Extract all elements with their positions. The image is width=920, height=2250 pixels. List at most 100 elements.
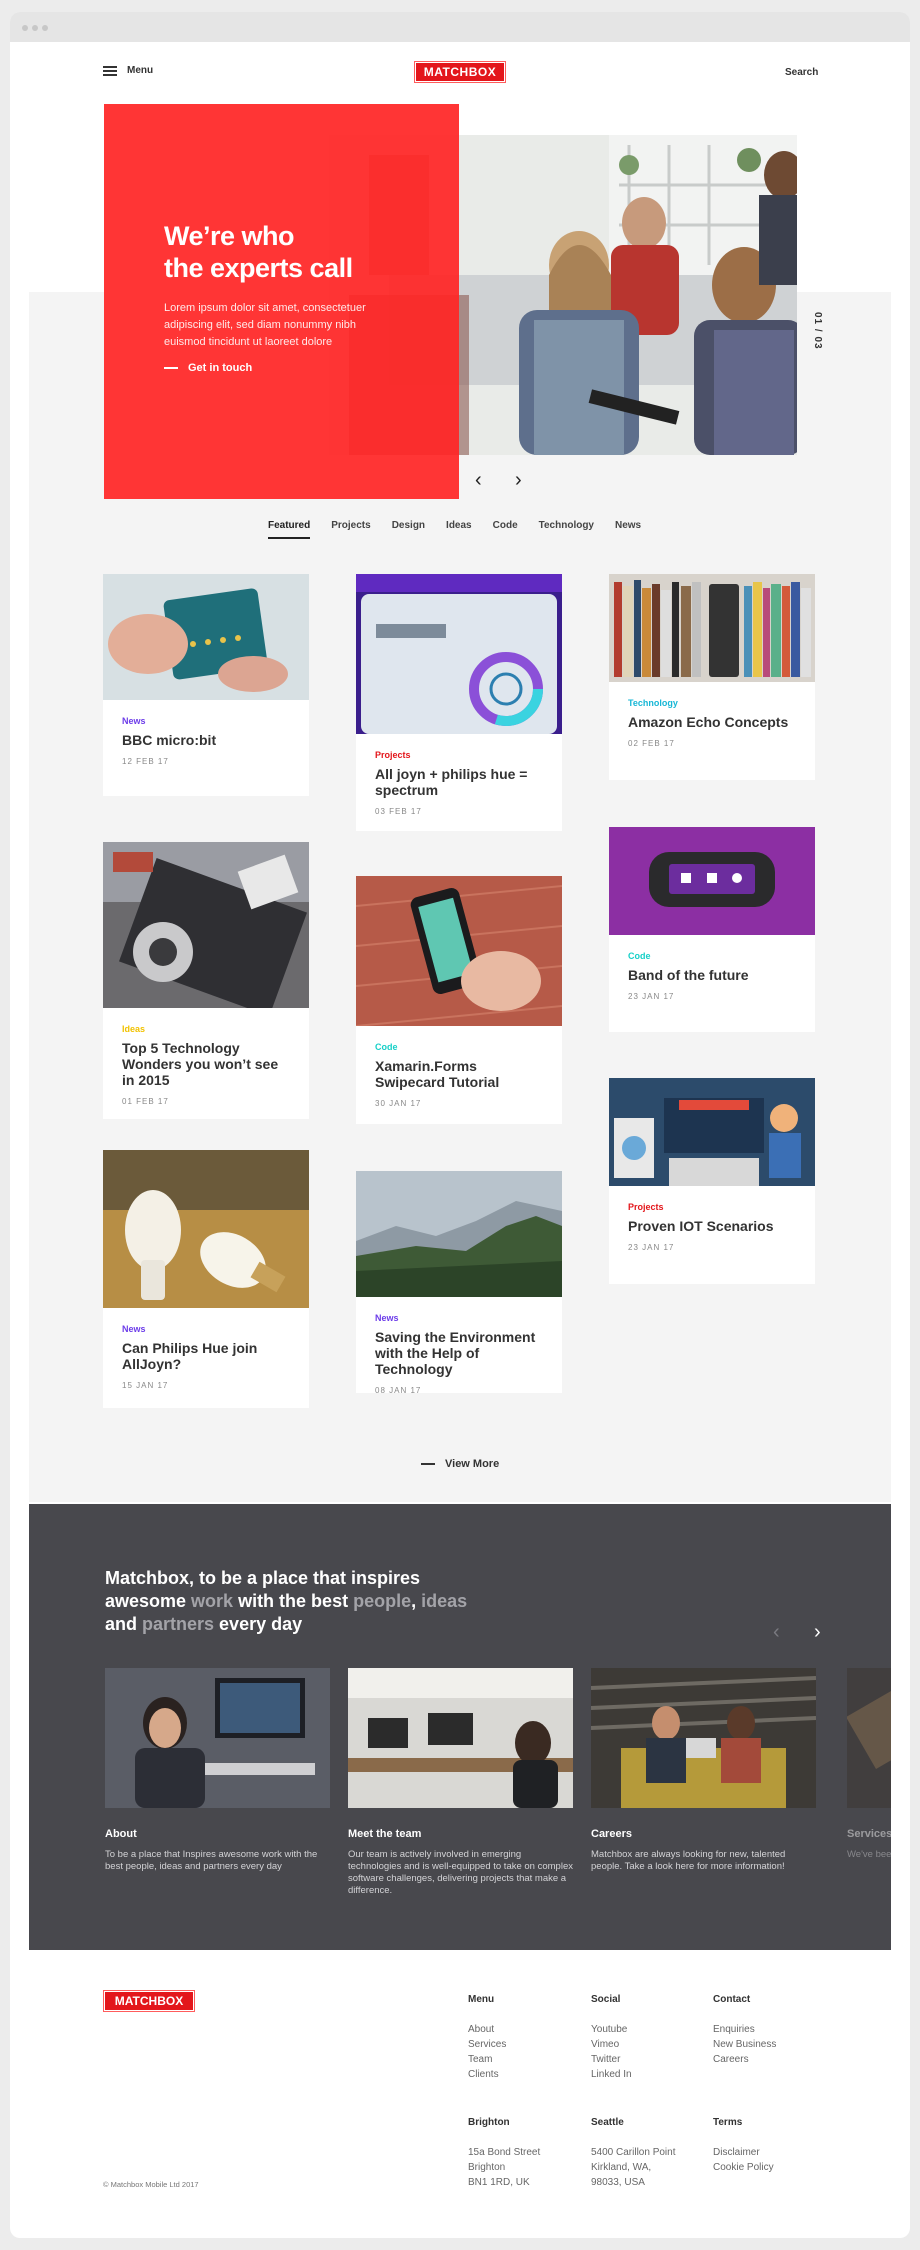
- panel-title: About: [105, 1828, 137, 1840]
- tab-technology[interactable]: Technology: [539, 520, 594, 539]
- address-line: BN1 1RD, UK: [468, 2177, 530, 2188]
- address-line: 15a Bond Street: [468, 2147, 541, 2158]
- card-date: 08 JAN 17: [375, 1386, 422, 1395]
- footer-brighton: Brighton 15a Bond Street Brighton BN1 1R…: [468, 2117, 540, 2190]
- hero-title-line: the experts call: [164, 253, 353, 283]
- tab-featured[interactable]: Featured: [268, 520, 311, 539]
- window-dot[interactable]: [22, 25, 28, 31]
- footer-heading: Social: [591, 1994, 621, 2005]
- card-category: Projects: [628, 1202, 664, 1212]
- window-dot[interactable]: [42, 25, 48, 31]
- panel-image: [105, 1668, 330, 1808]
- article-card[interactable]: Technology Amazon Echo Concepts 02 FEB 1…: [609, 574, 815, 780]
- tab-code[interactable]: Code: [493, 520, 518, 539]
- chevron-left-icon[interactable]: ‹: [773, 1622, 780, 1642]
- tagline-text: and: [105, 1614, 143, 1634]
- card-date: 23 JAN 17: [628, 1243, 675, 1252]
- about-panel[interactable]: Services We've been d development when r…: [847, 1668, 891, 1861]
- about-panel[interactable]: Meet the team Our team is actively invol…: [348, 1668, 573, 1897]
- tagline-line: Matchbox, to be a place that inspires: [105, 1568, 421, 1588]
- footer-seattle: Seattle 5400 Carillon Point Kirkland, WA…: [591, 2117, 676, 2190]
- slide-counter: 01 / 03: [812, 312, 823, 350]
- address-line: 98033, USA: [591, 2177, 645, 2188]
- footer-link[interactable]: Services: [468, 2037, 506, 2052]
- chevron-right-icon[interactable]: ›: [814, 1622, 821, 1642]
- footer-link[interactable]: Team: [468, 2052, 506, 2067]
- card-date: 30 JAN 17: [375, 1099, 422, 1108]
- footer-link[interactable]: Clients: [468, 2067, 506, 2082]
- tagline-text: every day: [214, 1614, 303, 1634]
- card-category: News: [122, 1324, 146, 1334]
- card-image: [356, 574, 562, 734]
- about-panel[interactable]: About To be a place that Inspires awesom…: [105, 1668, 330, 1873]
- article-card[interactable]: Code Xamarin.Forms Swipecard Tutorial 30…: [356, 876, 562, 1124]
- footer-link[interactable]: About: [468, 2022, 506, 2037]
- card-date: 02 FEB 17: [628, 739, 675, 748]
- footer-heading: Menu: [468, 1994, 495, 2005]
- chevron-left-icon[interactable]: ‹: [475, 470, 482, 490]
- card-image: [609, 574, 815, 682]
- footer-link[interactable]: Twitter: [591, 2052, 632, 2067]
- article-card[interactable]: Projects Proven IOT Scenarios 23 JAN 17: [609, 1078, 815, 1284]
- tab-projects[interactable]: Projects: [331, 520, 370, 539]
- tab-ideas[interactable]: Ideas: [446, 520, 472, 539]
- search-link[interactable]: Search: [785, 67, 818, 78]
- browser-chrome: [10, 12, 910, 42]
- tab-news[interactable]: News: [615, 520, 641, 539]
- panel-title: Services: [847, 1828, 891, 1840]
- footer-contact: Contact Enquiries New Business Careers: [713, 1994, 776, 2067]
- window-dot[interactable]: [32, 25, 38, 31]
- card-category: News: [375, 1313, 399, 1323]
- card-category: Technology: [628, 698, 678, 708]
- article-card[interactable]: Ideas Top 5 Technology Wonders you won’t…: [103, 842, 309, 1119]
- article-card[interactable]: Projects All joyn + philips hue = spectr…: [356, 574, 562, 831]
- card-title: Band of the future: [628, 967, 749, 983]
- tagline-text: with the best: [233, 1591, 354, 1611]
- article-card[interactable]: News Can Philips Hue join AllJoyn? 15 JA…: [103, 1150, 309, 1408]
- footer-link[interactable]: Careers: [713, 2052, 776, 2067]
- panel-image: [348, 1668, 573, 1808]
- tagline-highlight: work: [191, 1591, 234, 1611]
- footer-link[interactable]: Cookie Policy: [713, 2160, 774, 2175]
- footer-heading: Seattle: [591, 2117, 624, 2128]
- view-more-button[interactable]: View More: [421, 1458, 499, 1470]
- article-card[interactable]: News Saving the Environment with the Hel…: [356, 1171, 562, 1395]
- footer-heading: Brighton: [468, 2117, 510, 2128]
- panel-body: To be a place that Inspires awesome work…: [105, 1849, 318, 1872]
- footer-logo[interactable]: MATCHBOX: [103, 1990, 195, 2012]
- about-section: Matchbox, to be a place that inspires aw…: [29, 1504, 891, 1950]
- tab-design[interactable]: Design: [392, 520, 425, 539]
- chevron-right-icon[interactable]: ›: [515, 470, 522, 490]
- footer-link[interactable]: Linked In: [591, 2067, 632, 2082]
- view-more-label: View More: [445, 1458, 500, 1470]
- address-line: Brighton: [468, 2162, 506, 2173]
- tagline-text: ,: [411, 1591, 422, 1611]
- dash-icon: [164, 367, 178, 369]
- logo[interactable]: MATCHBOX: [414, 61, 506, 83]
- article-card[interactable]: News BBC micro:bit 12 FEB 17: [103, 574, 309, 796]
- copyright: © Matchbox Mobile Ltd 2017: [103, 2180, 199, 2189]
- tagline-highlight: people: [353, 1591, 412, 1611]
- footer-link[interactable]: Youtube: [591, 2022, 632, 2037]
- footer-link[interactable]: Enquiries: [713, 2022, 776, 2037]
- card-image: [103, 1150, 309, 1308]
- menu-label: Menu: [127, 65, 154, 76]
- tagline-highlight: partners: [142, 1614, 215, 1634]
- article-card[interactable]: Code Band of the future 23 JAN 17: [609, 827, 815, 1032]
- card-image: [356, 1171, 562, 1297]
- panel-title: Meet the team: [348, 1828, 422, 1840]
- card-title: Can Philips Hue join AllJoyn?: [122, 1340, 258, 1372]
- get-in-touch-button[interactable]: Get in touch: [164, 362, 252, 374]
- card-title: Xamarin.Forms Swipecard Tutorial: [375, 1058, 500, 1090]
- footer-link[interactable]: New Business: [713, 2037, 776, 2052]
- footer-link[interactable]: Disclaimer: [713, 2145, 774, 2160]
- card-image: [609, 827, 815, 935]
- about-panel[interactable]: Careers Matchbox are always looking for …: [591, 1668, 816, 1873]
- card-category: Ideas: [122, 1024, 146, 1034]
- footer-terms: Terms Disclaimer Cookie Policy: [713, 2117, 774, 2175]
- hero-title-line: We’re who: [164, 221, 295, 251]
- hero-cta-label: Get in touch: [188, 362, 253, 374]
- about-tagline: Matchbox, to be a place that inspires aw…: [105, 1567, 485, 1636]
- footer-link[interactable]: Vimeo: [591, 2037, 632, 2052]
- menu-button[interactable]: Menu: [103, 65, 153, 76]
